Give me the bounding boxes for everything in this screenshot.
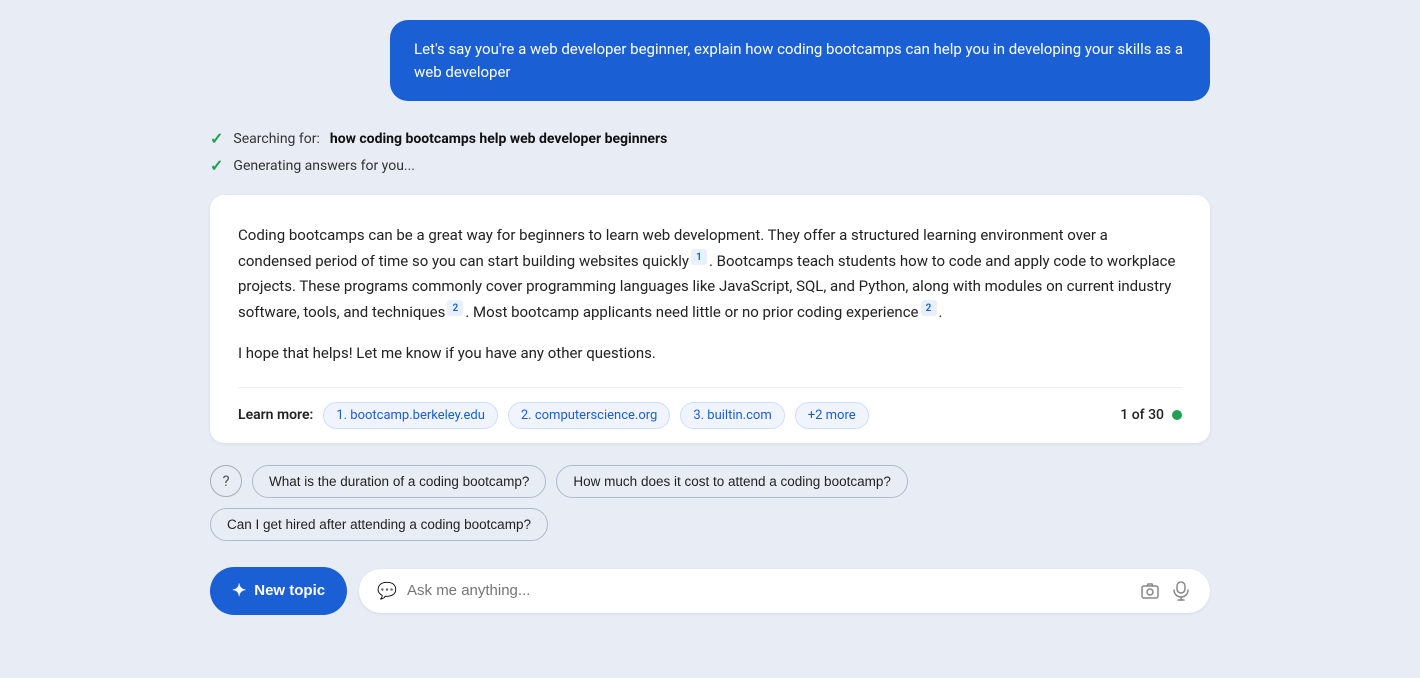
source-link-1[interactable]: 1. bootcamp.berkeley.edu	[323, 402, 498, 429]
answer-ref-1: 1	[691, 249, 707, 265]
search-input[interactable]	[407, 582, 1128, 599]
camera-icon	[1140, 581, 1160, 601]
page-indicator: 1 of 30	[1120, 407, 1182, 423]
learn-more-label: Learn more:	[238, 407, 313, 423]
suggestion-chip-3[interactable]: Can I get hired after attending a coding…	[210, 508, 548, 541]
status-line-2: ✓ Generating answers for you...	[210, 156, 1210, 175]
user-message-text: Let's say you're a web developer beginne…	[414, 40, 1183, 81]
status-prefix-1: Searching for:	[233, 131, 319, 147]
answer-paragraph-2: I hope that helps! Let me know if you ha…	[238, 341, 1182, 367]
suggestion-question-icon: ?	[210, 465, 242, 497]
mic-icon	[1172, 581, 1190, 601]
green-dot-icon	[1172, 410, 1182, 420]
bottom-bar: ✦ New topic 💬	[210, 563, 1210, 619]
checkmark-icon-2: ✓	[210, 156, 223, 175]
search-actions	[1138, 579, 1192, 603]
answer-ref-2a: 2	[447, 300, 463, 316]
status-line-1: ✓ Searching for: how coding bootcamps he…	[210, 129, 1210, 148]
answer-body: Coding bootcamps can be a great way for …	[238, 223, 1182, 387]
checkmark-icon-1: ✓	[210, 129, 223, 148]
camera-button[interactable]	[1138, 579, 1162, 603]
suggestions-row: ? What is the duration of a coding bootc…	[210, 459, 1210, 547]
new-topic-label: New topic	[254, 582, 325, 599]
mic-button[interactable]	[1170, 579, 1192, 603]
answer-p1-cont3: .	[939, 303, 943, 321]
main-container: Let's say you're a web developer beginne…	[210, 20, 1210, 619]
page-indicator-text: 1 of 30	[1120, 407, 1164, 423]
status-text-2: Generating answers for you...	[233, 158, 415, 174]
answer-ref-2b: 2	[921, 300, 937, 316]
learn-more-bar: Learn more: 1. bootcamp.berkeley.edu 2. …	[238, 387, 1182, 443]
source-link-3[interactable]: 3. builtin.com	[680, 402, 784, 429]
user-message-row: Let's say you're a web developer beginne…	[210, 20, 1210, 101]
answer-paragraph-1: Coding bootcamps can be a great way for …	[238, 223, 1182, 325]
more-sources-badge[interactable]: +2 more	[795, 402, 869, 429]
source-link-2[interactable]: 2. computerscience.org	[508, 402, 670, 429]
search-bar: 💬	[359, 569, 1210, 613]
user-message-bubble: Let's say you're a web developer beginne…	[390, 20, 1210, 101]
chat-icon: 💬	[377, 581, 397, 600]
new-topic-icon: ✦	[232, 581, 246, 601]
answer-p1-cont2: . Most bootcamp applicants need little o…	[465, 303, 918, 321]
suggestion-chip-2[interactable]: How much does it cost to attend a coding…	[556, 465, 907, 498]
suggestion-chip-1[interactable]: What is the duration of a coding bootcam…	[252, 465, 546, 498]
status-section: ✓ Searching for: how coding bootcamps he…	[210, 125, 1210, 179]
new-topic-button[interactable]: ✦ New topic	[210, 567, 347, 615]
answer-card: Coding bootcamps can be a great way for …	[210, 195, 1210, 443]
status-bold-1: how coding bootcamps help web developer …	[330, 131, 667, 147]
